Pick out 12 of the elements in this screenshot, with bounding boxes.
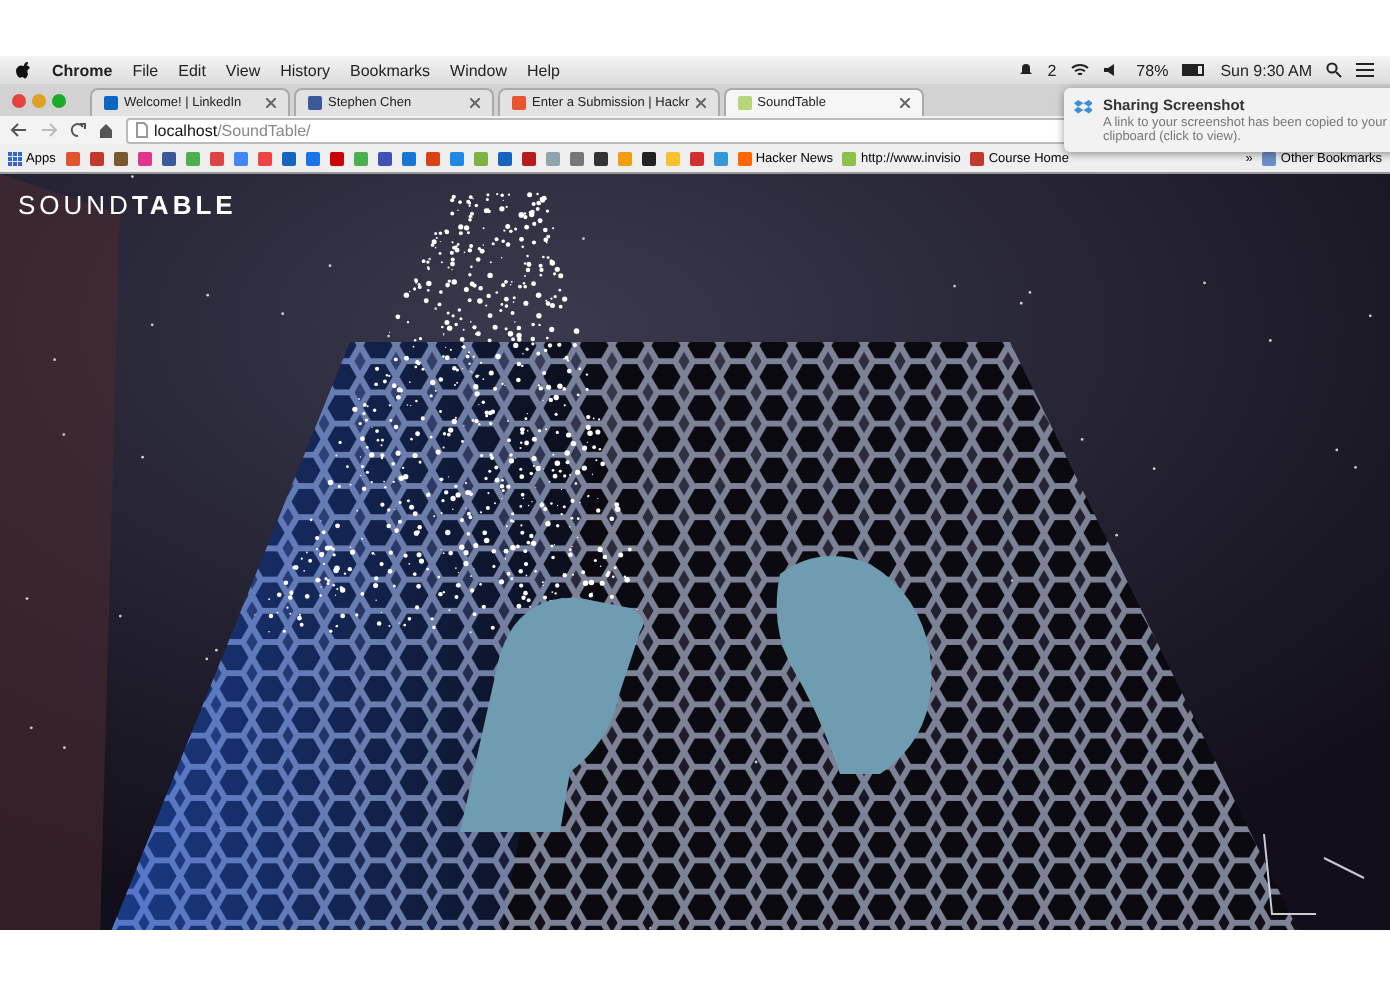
menu-item[interactable]: History (280, 61, 331, 79)
app-menu[interactable]: Chrome (52, 61, 113, 79)
menu-item[interactable]: File (132, 61, 159, 79)
battery-percent: 78% (1136, 61, 1169, 79)
menu-item[interactable]: Bookmarks (350, 61, 431, 79)
notification-count: 2 (1047, 61, 1057, 79)
menu-item[interactable]: Help (526, 61, 560, 79)
menu-item[interactable]: Edit (178, 61, 206, 79)
clock[interactable]: Sun 9:30 AM (1220, 61, 1312, 79)
menu-item[interactable]: View (225, 61, 261, 79)
logo-text: SOUNDTABLE (18, 190, 237, 220)
menu-item[interactable]: Window (450, 61, 507, 79)
